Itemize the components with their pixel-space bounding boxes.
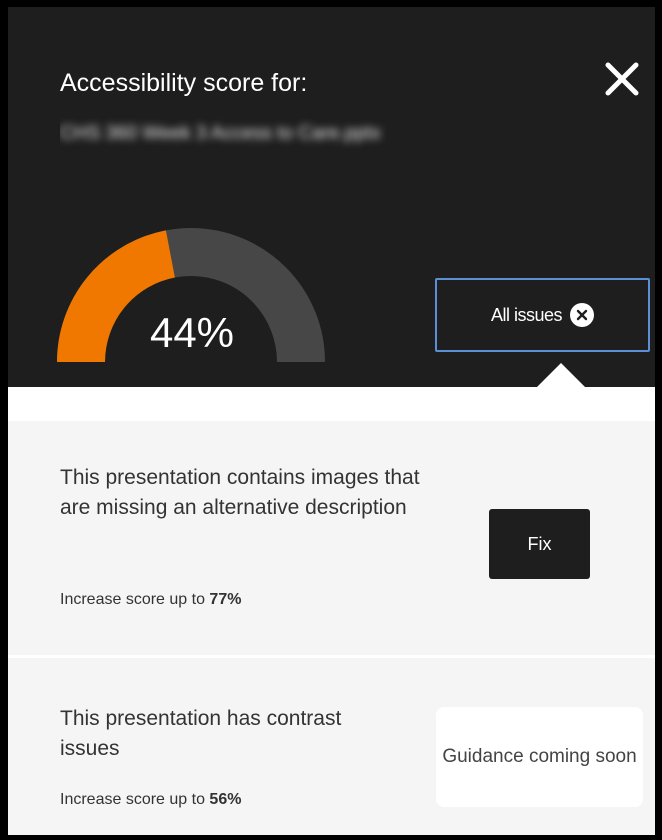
score-gauge: 44% — [56, 212, 326, 362]
score-header: Accessibility score for: CHS 360 Week 3 … — [8, 7, 655, 388]
issue-row-contrast: This presentation has contrast issues In… — [8, 658, 655, 835]
panel-title: Accessibility score for: — [60, 69, 308, 97]
issue-description: This presentation contains images that a… — [60, 466, 420, 519]
score-increase-prefix: Increase score up to — [60, 591, 210, 608]
issue-row-missing-alt-text: This presentation contains images that a… — [8, 421, 655, 655]
all-issues-label: All issues — [490, 304, 563, 325]
file-name-text: CHS 360 Week 3 Access to Care.pptx — [60, 123, 381, 144]
section-spacer — [8, 387, 655, 421]
close-icon — [605, 62, 639, 96]
score-value: 44% — [149, 309, 235, 356]
close-button[interactable] — [602, 59, 642, 99]
fix-button[interactable]: Fix — [489, 509, 590, 579]
all-issues-filter-button[interactable]: All issues — [435, 278, 650, 352]
score-increase-value: 77% — [209, 591, 242, 608]
guidance-coming-soon-label: Guidance coming soon — [436, 707, 643, 807]
score-increase-prefix: Increase score up to — [60, 791, 210, 808]
score-increase-value: 56% — [209, 791, 242, 808]
score-increase-hint: Increase score up to 77% — [60, 591, 241, 609]
issue-description: This presentation has contrast issues — [60, 707, 342, 760]
x-circle-icon[interactable] — [570, 303, 595, 327]
file-name: CHS 360 Week 3 Access to Care.pptx — [60, 115, 600, 155]
accessibility-panel: Accessibility score for: CHS 360 Week 3 … — [8, 7, 655, 835]
score-increase-hint: Increase score up to 56% — [60, 791, 241, 809]
x-glyph — [576, 309, 588, 321]
popover-pointer — [536, 363, 586, 388]
